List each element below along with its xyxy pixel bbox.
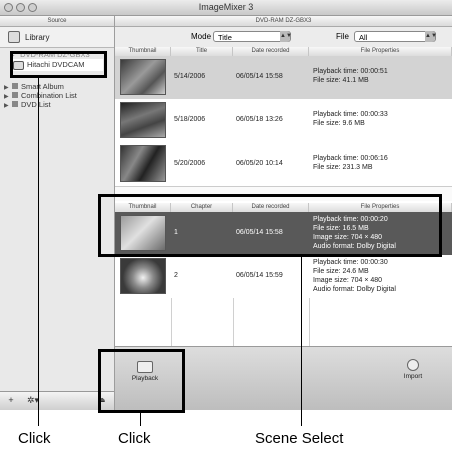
- import-icon: [407, 359, 419, 371]
- source-item-label: DVD List: [21, 100, 51, 109]
- highlight-box-source: [10, 51, 107, 78]
- column-divider: [233, 298, 234, 346]
- mode-label: Mode: [191, 32, 212, 41]
- props-file-size: File size: 231.3 MB: [313, 164, 373, 171]
- title-row[interactable]: 5/18/2006 06/05/18 13:26 Playback time: …: [115, 99, 452, 142]
- date-cell: 06/05/14 15:58: [236, 73, 283, 80]
- library-icon: [8, 31, 20, 43]
- title-bar: ImageMixer 3: [0, 0, 452, 16]
- date-cell: 06/05/14 15:59: [236, 272, 283, 279]
- title-row[interactable]: 5/20/2006 06/05/20 10:14 Playback time: …: [115, 142, 452, 186]
- props-audio-format: Audio format: Dolby Digital: [313, 286, 396, 293]
- props-playback-time: Playback time: 00:00:51: [313, 68, 388, 75]
- expand-triangle-icon: ▶: [4, 85, 9, 91]
- window-title: ImageMixer 3: [198, 2, 254, 12]
- highlight-box-scene: [98, 194, 442, 257]
- column-header-properties[interactable]: File Properties: [309, 47, 452, 56]
- file-select[interactable]: All ▲▼: [354, 31, 437, 42]
- source-item-smart-album[interactable]: ▶ Smart Album: [4, 82, 64, 91]
- column-divider: [309, 298, 310, 346]
- import-button[interactable]: Import: [387, 359, 439, 380]
- select-arrows-icon: ▲▼: [425, 31, 437, 42]
- title-thumbnail: [120, 145, 166, 182]
- title-row[interactable]: 5/14/2006 06/05/14 15:58 Playback time: …: [115, 56, 452, 99]
- props-playback-time: Playback time: 00:00:33: [313, 111, 388, 118]
- scene-row[interactable]: 2 06/05/14 15:59 Playback time: 00:00:30…: [115, 255, 452, 298]
- file-value: All: [359, 33, 368, 42]
- source-item-label: Smart Album: [21, 82, 64, 91]
- source-item-dvd-list[interactable]: ▶ DVD List: [4, 100, 51, 109]
- expand-triangle-icon: ▶: [4, 103, 9, 109]
- mode-select[interactable]: Title ▲▼: [213, 31, 292, 42]
- gear-menu-icon[interactable]: ✲▾: [22, 394, 44, 407]
- leader-line-click-middle: [140, 413, 141, 426]
- scene-thumbnail: [120, 258, 166, 294]
- column-header-date[interactable]: Date recorded: [233, 47, 309, 56]
- source-item-label: Combination List: [21, 91, 77, 100]
- caption-scene-select: Scene Select: [255, 430, 344, 447]
- props-playback-time: Playback time: 00:06:16: [313, 155, 388, 162]
- date-cell: 06/05/20 10:14: [236, 160, 283, 167]
- props-file-size: File size: 9.6 MB: [313, 120, 365, 127]
- toolbar: Mode Title ▲▼ File All ▲▼: [115, 27, 452, 48]
- title-thumbnail: [120, 102, 166, 138]
- title-cell: 5/18/2006: [174, 116, 206, 123]
- library-label: Library: [25, 32, 50, 42]
- props-file-size: File size: 24.6 MB: [313, 268, 369, 275]
- disc-icon: [12, 101, 18, 107]
- title-thumbnail: [120, 59, 166, 95]
- scene-table-empty-area: [115, 298, 452, 346]
- column-divider: [171, 298, 172, 346]
- leader-line-scene-select: [301, 257, 302, 426]
- props-image-size: Image size: 704 × 480: [313, 277, 383, 284]
- list-icon: [12, 92, 18, 98]
- expand-triangle-icon: ▶: [4, 94, 9, 100]
- library-button[interactable]: Library: [0, 27, 114, 48]
- props-playback-time: Playback time: 00:00:30: [313, 259, 388, 266]
- title-cell: 5/14/2006: [174, 73, 206, 80]
- import-label: Import: [403, 373, 423, 380]
- select-arrows-icon: ▲▼: [280, 31, 292, 42]
- leader-line-click-left: [38, 78, 39, 426]
- sidebar-footer: + ✲▾ ⏏: [0, 391, 114, 410]
- disc-label: DVD-RAM DZ-GBX3: [115, 16, 452, 27]
- column-header-thumbnail[interactable]: Thumbnail: [115, 47, 171, 56]
- title-cell: 5/20/2006: [174, 160, 206, 167]
- highlight-box-playback: [98, 349, 185, 413]
- column-header-title[interactable]: Title: [171, 47, 233, 56]
- mode-value: Title: [218, 33, 232, 42]
- file-label: File: [336, 32, 349, 41]
- add-icon[interactable]: +: [5, 394, 17, 407]
- date-cell: 06/05/18 13:26: [236, 116, 283, 123]
- source-item-combination-list[interactable]: ▶ Combination List: [4, 91, 77, 100]
- caption-click-left: Click: [18, 430, 51, 447]
- source-header: Source: [0, 16, 114, 27]
- props-file-size: File size: 41.1 MB: [313, 77, 369, 84]
- album-icon: [12, 83, 18, 89]
- chapter-cell: 2: [174, 272, 178, 279]
- caption-click-middle: Click: [118, 430, 151, 447]
